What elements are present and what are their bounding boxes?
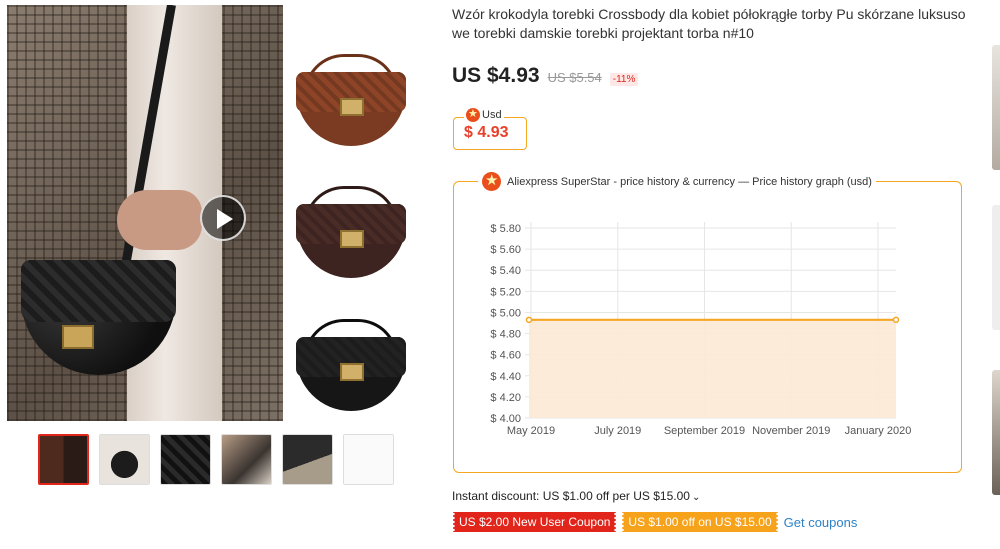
thumbnail[interactable]	[282, 434, 333, 485]
new-user-coupon[interactable]: US $2.00 New User Coupon	[451, 512, 618, 532]
instant-discount[interactable]: Instant discount: US $1.00 off per US $1…	[452, 489, 700, 503]
y-tick-label: $ 4.80	[490, 329, 521, 341]
y-tick-label: $ 5.20	[490, 286, 521, 298]
play-video-icon[interactable]	[200, 195, 246, 241]
get-coupons-link[interactable]: Get coupons	[784, 515, 858, 530]
coupon-row: US $2.00 New User Coupon US $1.00 off on…	[451, 512, 858, 532]
thumbnail[interactable]	[99, 434, 150, 485]
thumbnail-strip	[38, 434, 394, 485]
x-tick-label: May 2019	[507, 425, 555, 437]
x-tick-label: November 2019	[752, 425, 830, 437]
main-product-image[interactable]	[7, 5, 283, 421]
instant-discount-text: Instant discount: US $1.00 off per US $1…	[452, 489, 690, 503]
current-price: US $4.93	[452, 64, 540, 87]
currency-label: Usd	[464, 107, 504, 122]
superstar-icon	[466, 107, 480, 122]
series-area	[529, 319, 896, 418]
currency-price: $ 4.93	[464, 124, 509, 141]
thumbnail[interactable]	[221, 434, 272, 485]
side-image-black[interactable]	[290, 305, 415, 425]
y-tick-label: $ 4.20	[490, 392, 521, 404]
data-point	[525, 316, 533, 324]
product-page: Wzór krokodyla torebki Crossbody dla kob…	[0, 0, 1000, 549]
x-tick-label: July 2019	[594, 425, 641, 437]
x-tick-label: January 2020	[845, 425, 912, 437]
thumbnail[interactable]	[38, 434, 89, 485]
side-image-brown[interactable]	[290, 40, 415, 160]
store-coupon[interactable]: US $1.00 off on US $15.00	[621, 512, 779, 532]
price-history-chart: $ 5.80 $ 5.60 $ 5.40 $ 5.20 $ 5.00 $ 4.80 $ 4.…	[478, 212, 948, 462]
y-tick-label: $ 4.60	[490, 350, 521, 362]
y-tick-label: $ 5.00	[490, 307, 521, 319]
y-tick-label: $ 5.60	[490, 244, 521, 256]
data-point	[892, 316, 900, 324]
y-tick-label: $ 5.80	[490, 223, 521, 235]
discount-badge: -11%	[609, 73, 639, 86]
y-tick-label: $ 4.00	[490, 413, 521, 425]
y-tick-label: $ 4.40	[490, 371, 521, 383]
thumbnail[interactable]	[160, 434, 211, 485]
price-history-panel: Aliexpress SuperStar - price history & c…	[453, 171, 962, 473]
side-panel-edge	[992, 45, 1000, 170]
product-title: Wzór krokodyla torebki Crossbody dla kob…	[452, 6, 966, 41]
side-panel-edge	[992, 205, 1000, 330]
x-tick-label: September 2019	[664, 425, 745, 437]
side-panel-edge	[992, 370, 1000, 495]
currency-widget[interactable]: Usd $ 4.93	[453, 107, 527, 150]
currency-code: Usd	[482, 109, 502, 121]
chevron-down-icon: ⌄	[691, 492, 701, 503]
price-row: US $4.93 US $5.54 -11%	[452, 64, 639, 88]
side-image-dark-brown[interactable]	[290, 172, 415, 292]
original-price: US $5.54	[547, 70, 602, 85]
y-tick-label: $ 5.40	[490, 265, 521, 277]
thumbnail[interactable]	[343, 434, 394, 485]
